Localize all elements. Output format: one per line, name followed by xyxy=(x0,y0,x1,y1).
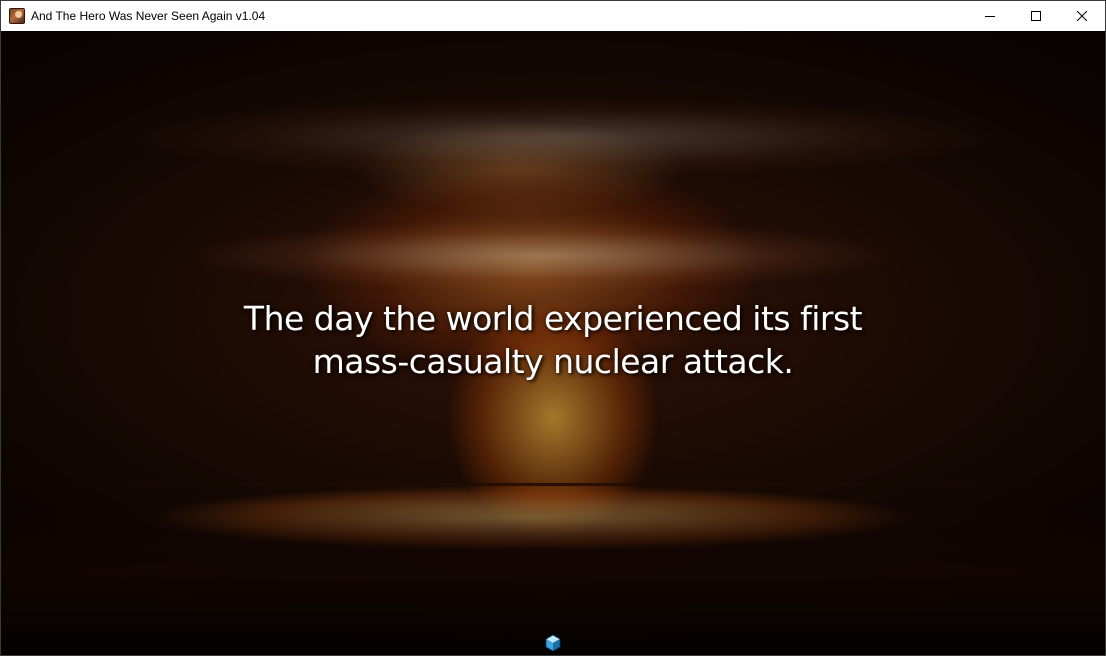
game-window: And The Hero Was Never Seen Again v1.04 xyxy=(0,0,1106,656)
caption-line-1: The day the world experienced its first xyxy=(243,299,863,338)
maximize-button[interactable] xyxy=(1013,1,1059,31)
window-title: And The Hero Was Never Seen Again v1.04 xyxy=(31,9,266,23)
game-portrait-icon xyxy=(9,8,25,24)
maximize-icon xyxy=(1031,11,1041,21)
minimize-icon xyxy=(985,16,995,17)
blue-cube-icon xyxy=(545,634,561,652)
close-icon xyxy=(1077,11,1087,21)
minimize-button[interactable] xyxy=(967,1,1013,31)
game-scene[interactable]: The day the world experienced its first … xyxy=(1,31,1105,655)
caption-line-2: mass-casualty nuclear attack. xyxy=(312,342,794,381)
close-button[interactable] xyxy=(1059,1,1105,31)
window-controls xyxy=(967,1,1105,31)
story-caption: The day the world experienced its first … xyxy=(1,297,1105,383)
title-bar[interactable]: And The Hero Was Never Seen Again v1.04 xyxy=(1,1,1105,31)
